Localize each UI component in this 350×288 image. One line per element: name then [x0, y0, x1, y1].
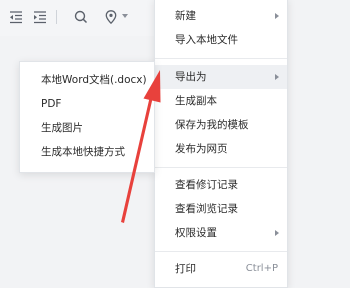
location-pin-icon[interactable]	[103, 9, 119, 25]
chevron-right-icon	[275, 74, 279, 80]
submenu-item-word-docx[interactable]: 本地Word文档(.docx)	[20, 69, 154, 91]
menu-item-label: 查看修订记录	[175, 179, 238, 191]
menu-item-label: 查看浏览记录	[175, 203, 238, 215]
search-icon[interactable]	[73, 9, 89, 25]
menu-item-label: 导出为	[175, 71, 207, 83]
chevron-right-icon	[275, 230, 279, 236]
menu-item-label: 新建	[175, 10, 196, 22]
menu-item-label: 权限设置	[175, 227, 217, 239]
menu-item-label: 导入本地文件	[175, 34, 238, 46]
submenu-item-local-shortcut[interactable]: 生成本地快捷方式	[20, 141, 154, 163]
menu-item-permission-settings[interactable]: 权限设置	[155, 221, 287, 245]
submenu-item-label: 生成本地快捷方式	[41, 146, 125, 158]
indent-icon[interactable]	[32, 9, 48, 25]
menu-item-label: 生成副本	[175, 95, 217, 107]
menu-item-label: 保存为我的模板	[175, 119, 249, 131]
outdent-icon[interactable]	[8, 9, 24, 25]
submenu-item-label: 本地Word文档(.docx)	[41, 74, 147, 86]
menu-item-view-revisions[interactable]: 查看修订记录	[155, 173, 287, 197]
submenu-item-pdf[interactable]: PDF	[20, 93, 154, 115]
menu-item-publish-as-webpage[interactable]: 发布为网页	[155, 137, 287, 161]
submenu-item-image[interactable]: 生成图片	[20, 117, 154, 139]
menu-divider	[155, 167, 287, 168]
menu-item-make-copy[interactable]: 生成副本	[155, 89, 287, 113]
menu-item-import-local-file[interactable]: 导入本地文件	[155, 28, 287, 52]
chevron-right-icon	[275, 13, 279, 19]
chevron-down-icon[interactable]	[122, 14, 128, 18]
menu-item-label: 打印	[175, 263, 196, 275]
menu-item-view-browsing-history[interactable]: 查看浏览记录	[155, 197, 287, 221]
menu-divider	[155, 58, 287, 59]
export-submenu: 本地Word文档(.docx) PDF 生成图片 生成本地快捷方式	[19, 61, 155, 173]
editor-toolbar	[0, 0, 160, 36]
shortcut-label: Ctrl+P	[245, 263, 278, 274]
menu-item-export-as[interactable]: 导出为	[155, 65, 287, 89]
menu-divider	[155, 251, 287, 252]
menu-item-label: 发布为网页	[175, 143, 228, 155]
toolbar-divider	[56, 10, 57, 24]
submenu-item-label: PDF	[41, 98, 62, 110]
file-menu: 新建 导入本地文件 导出为 生成副本 保存为我的模板 发布为网页 查看修订记录 …	[154, 0, 288, 288]
menu-item-print[interactable]: 打印 Ctrl+P	[155, 257, 287, 281]
menu-item-new[interactable]: 新建	[155, 4, 287, 28]
submenu-item-label: 生成图片	[41, 122, 83, 134]
menu-item-save-as-template[interactable]: 保存为我的模板	[155, 113, 287, 137]
